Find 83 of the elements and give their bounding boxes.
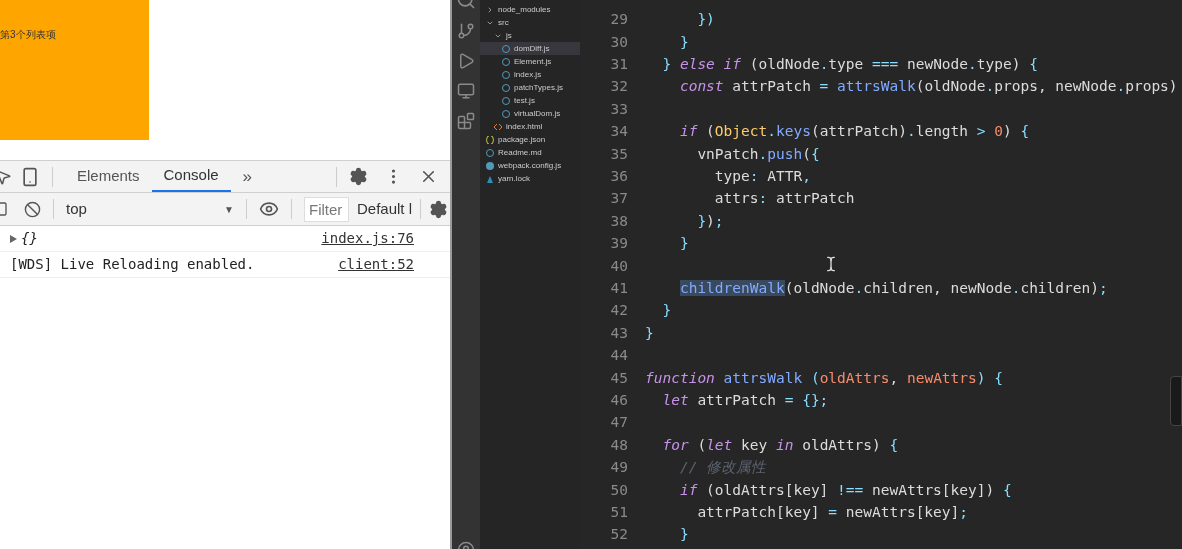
context-select[interactable]: top ▼: [66, 197, 234, 221]
file-tree-item[interactable]: webpack.config.js: [480, 159, 580, 172]
clear-console-icon[interactable]: [24, 200, 41, 218]
file-tree-item[interactable]: node_modules: [480, 3, 580, 16]
file-tree-item[interactable]: js: [480, 29, 580, 42]
line-number: 45: [609, 368, 628, 388]
file-tree-item[interactable]: Readme.md: [480, 146, 580, 159]
braces-icon: [486, 135, 494, 144]
console-object[interactable]: {}: [21, 228, 38, 249]
line-number: 32: [609, 77, 628, 97]
line-number: 47: [609, 413, 628, 433]
code-line: if (Object.keys(attrPatch).length > 0) {: [678, 122, 1030, 142]
file-tree-item[interactable]: package.json: [480, 133, 580, 146]
devtools-tab[interactable]: Elements: [65, 161, 152, 192]
eye-icon[interactable]: [259, 199, 279, 219]
source-control-icon[interactable]: [457, 22, 475, 40]
code-line: }: [645, 323, 654, 343]
extensions-icon[interactable]: [457, 112, 475, 130]
source-link[interactable]: index.js:76: [321, 228, 414, 249]
expand-triangle-icon[interactable]: [10, 234, 17, 243]
source-link[interactable]: client:52: [338, 254, 414, 275]
line-number: 50: [609, 480, 628, 500]
file-tree-item[interactable]: index.js: [480, 68, 580, 81]
code-line: }: [661, 301, 672, 321]
code-line: }: [678, 32, 689, 52]
line-number: 40: [609, 256, 628, 276]
code-line: type: ATTR,: [713, 167, 811, 187]
file-tree-item[interactable]: test.js: [480, 94, 580, 107]
file-tree-item[interactable]: patchTypes.js: [480, 81, 580, 94]
line-number: 43: [609, 323, 628, 343]
code-line: for (let key in oldAttrs) {: [661, 435, 899, 455]
code-line: });: [696, 211, 724, 231]
file-tree-item[interactable]: Element.js: [480, 55, 580, 68]
device-icon[interactable]: [20, 166, 40, 187]
line-number: 48: [609, 435, 628, 455]
line-number: 38: [609, 211, 628, 231]
file-tree-item[interactable]: index.html: [480, 120, 580, 133]
code-line: } else if (oldNode.type === newNode.type) {: [661, 55, 1038, 75]
line-number: 51: [609, 502, 628, 522]
chevron-right-icon: [486, 5, 494, 14]
line-number: 42: [609, 301, 628, 321]
code-line: const attrPatch = attrsWalk(oldNode.props, newNode.props): [678, 77, 1178, 97]
file-tree-item[interactable]: virtualDom.js: [480, 107, 580, 120]
filter-field[interactable]: Filter: [304, 196, 349, 222]
caret-icon: ▼: [224, 201, 234, 217]
line-number: 49: [609, 458, 628, 478]
code-brackets-icon: [494, 123, 502, 130]
line-number: 37: [609, 189, 628, 209]
settings-icon[interactable]: [349, 167, 368, 186]
code-line: let attrPatch = {};: [661, 390, 829, 410]
console-settings-icon[interactable]: [429, 199, 449, 219]
code-line: }): [696, 10, 715, 30]
list-item-text: 第3个列表项: [0, 30, 57, 40]
code-line: attrs: attrPatch: [713, 189, 855, 209]
line-number: 34: [609, 122, 628, 142]
line-number: 46: [609, 390, 628, 410]
scrollbar-thumb[interactable]: [1170, 376, 1182, 426]
file-tree-item[interactable]: yarn.lock: [480, 172, 580, 185]
code-line: // 修改属性: [678, 458, 767, 478]
code-line: attrPatch[key] = newAttrs[key];: [696, 502, 968, 522]
log-levels-dropdown[interactable]: Default l: [357, 197, 413, 221]
line-number: 35: [609, 144, 628, 164]
line-number: 44: [609, 346, 628, 366]
code-line: if (oldAttrs[key] !== newAttrs[key]) {: [678, 480, 1012, 500]
line-number: 41: [609, 279, 628, 298]
code-line: }: [678, 234, 689, 254]
file-tree-item[interactable]: domDiff.js: [480, 42, 580, 55]
console-message: [WDS] Live Reloading enabled.: [10, 255, 255, 274]
line-number: 36: [609, 167, 628, 187]
line-number: 31: [609, 55, 628, 75]
code-line: function attrsWalk (oldAttrs, newAttrs) {: [645, 368, 1003, 388]
code-line: }: [678, 525, 689, 545]
more-tabs-button[interactable]: »: [230, 163, 265, 190]
run-icon[interactable]: [457, 52, 475, 70]
code-line: vnPatch.push({: [696, 144, 820, 164]
remote-explorer-icon[interactable]: [457, 82, 475, 100]
line-number: 52: [609, 525, 628, 545]
line-number: 39: [609, 234, 628, 254]
line-number: 33: [609, 99, 628, 119]
code-line: childrenWalk(oldNode.children, newNode.children);: [678, 279, 1108, 298]
line-number: 30: [609, 32, 628, 52]
file-tree-item[interactable]: src: [480, 16, 580, 29]
line-number: 29: [609, 10, 628, 30]
